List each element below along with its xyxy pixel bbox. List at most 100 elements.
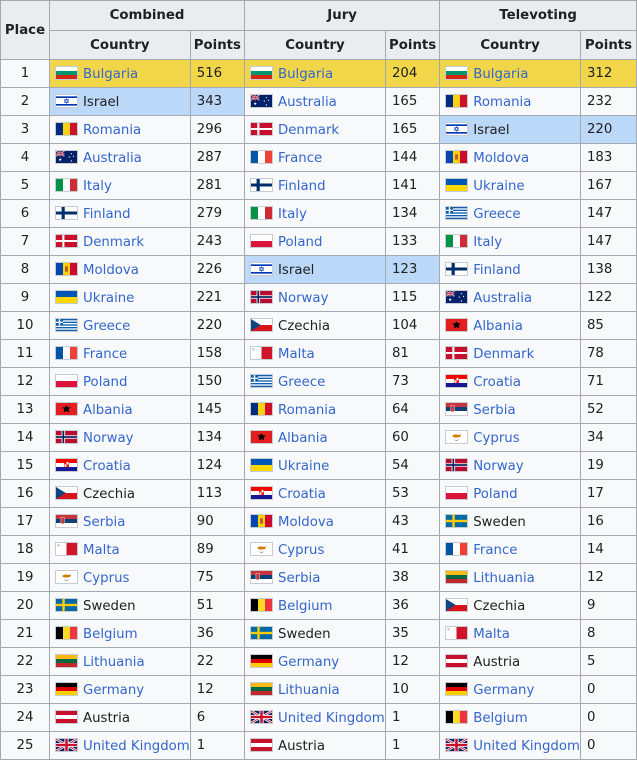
flag-albania-icon [445, 317, 469, 332]
country-link[interactable]: United Kingdom [278, 711, 384, 726]
televoting-country-cell: Malta [439, 619, 581, 648]
country-link[interactable]: France [83, 347, 127, 362]
country-link[interactable]: Malta [83, 543, 120, 558]
flag-france-icon [250, 149, 273, 164]
country-link[interactable]: Bulgaria [473, 67, 528, 82]
country-link[interactable]: Lithuania [83, 655, 145, 670]
country-link[interactable]: Cyprus [278, 543, 324, 558]
country-link[interactable]: Bulgaria [83, 67, 138, 82]
country-link[interactable]: Albania [83, 403, 133, 418]
country-link[interactable]: Croatia [473, 375, 521, 390]
country-link[interactable]: United Kingdom [83, 739, 189, 754]
flag-greece-icon [250, 373, 273, 388]
country-link[interactable]: Finland [473, 263, 521, 278]
country-link[interactable]: France [473, 543, 517, 558]
country-link[interactable]: Denmark [83, 235, 144, 250]
country-link[interactable]: Greece [83, 319, 130, 334]
combined-country-cell: Bulgaria [49, 59, 191, 88]
flag-norway-icon [250, 289, 273, 304]
combined-points-cell: 516 [189, 59, 246, 88]
country-link[interactable]: Lithuania [473, 571, 535, 586]
country-link[interactable]: Australia [83, 151, 142, 166]
country-link[interactable]: Ukraine [278, 459, 329, 474]
combined-country-cell: Greece [49, 311, 191, 340]
country-link[interactable]: Greece [473, 207, 520, 222]
country-link[interactable]: Romania [278, 403, 336, 418]
televoting-country-cell: Belgium [439, 703, 581, 732]
table-row: 20 Sweden 51 Belgium 36 Czechia 9 [0, 591, 637, 620]
country-name: Sweden [83, 598, 136, 614]
country-link[interactable]: Denmark [473, 347, 534, 362]
flag-finland-icon [250, 177, 273, 192]
country-link[interactable]: Cyprus [83, 571, 129, 586]
flag-italy-icon [445, 233, 469, 248]
country-link[interactable]: Australia [278, 95, 337, 110]
country-link[interactable]: Croatia [278, 487, 326, 502]
country-link[interactable]: Belgium [83, 627, 138, 642]
country-link[interactable]: United Kingdom [473, 739, 579, 754]
country-link[interactable]: Romania [473, 95, 531, 110]
country-link[interactable]: France [278, 151, 322, 166]
country-link[interactable]: Poland [83, 375, 127, 390]
country-link[interactable]: Serbia [83, 515, 125, 530]
country-link[interactable]: Belgium [278, 599, 333, 614]
country-link[interactable]: Germany [83, 683, 144, 698]
table-row: 3 Romania 296 Denmark 165 Israel 220 [0, 115, 637, 144]
flag-ukraine-icon [445, 177, 469, 192]
country-link[interactable]: Italy [473, 235, 502, 250]
country-link[interactable]: Ukraine [83, 291, 134, 306]
country-link[interactable]: Moldova [473, 151, 529, 166]
country-link[interactable]: Albania [278, 431, 328, 446]
jury-country-cell: Malta [244, 339, 386, 368]
country-link[interactable]: Italy [278, 207, 307, 222]
table-row: 14 Norway 134 Albania 60 Cyprus 34 [0, 423, 637, 452]
country-link[interactable]: Finland [83, 207, 131, 222]
country-link[interactable]: Malta [278, 347, 315, 362]
country-link[interactable]: Norway [83, 431, 133, 446]
combined-points-cell: 287 [189, 143, 246, 172]
country-link[interactable]: Malta [473, 627, 510, 642]
country-link[interactable]: Denmark [278, 123, 339, 138]
televoting-country-cell: Lithuania [439, 563, 581, 592]
flag-italy-icon [55, 177, 79, 192]
country-link[interactable]: Serbia [278, 571, 320, 586]
country-link[interactable]: Greece [278, 375, 325, 390]
country-link[interactable]: Finland [278, 179, 326, 194]
country-link[interactable]: Ukraine [473, 179, 524, 194]
televoting-points-cell: 5 [579, 647, 637, 676]
country-link[interactable]: Moldova [83, 263, 139, 278]
country-link[interactable]: Poland [473, 487, 517, 502]
country-link[interactable]: Serbia [473, 403, 515, 418]
country-link[interactable]: Croatia [83, 459, 131, 474]
televoting-points-cell: 12 [579, 563, 637, 592]
country-link[interactable]: Italy [83, 179, 112, 194]
televoting-points-cell: 19 [579, 451, 637, 480]
country-name: Sweden [473, 514, 526, 530]
combined-country-cell: United Kingdom [49, 731, 191, 760]
jury-country-cell: Bulgaria [244, 59, 386, 88]
televoting-country-cell: Romania [439, 87, 581, 116]
country-link[interactable]: Germany [278, 655, 339, 670]
place-cell: 4 [0, 143, 51, 172]
country-link[interactable]: Romania [83, 123, 141, 138]
country-link[interactable]: Cyprus [473, 431, 519, 446]
country-link[interactable]: Norway [473, 459, 523, 474]
country-link[interactable]: Germany [473, 683, 534, 698]
country-link[interactable]: Norway [278, 291, 328, 306]
table-row: 22 Lithuania 22 Germany 12 Austria 5 [0, 647, 637, 676]
country-link[interactable]: Poland [278, 235, 322, 250]
televoting-points-cell: 71 [579, 367, 637, 396]
country-link[interactable]: Moldova [278, 515, 334, 530]
place-cell: 16 [0, 479, 51, 508]
results-table: Place Combined Jury Televoting Country P… [0, 0, 637, 760]
country-link[interactable]: Bulgaria [278, 67, 333, 82]
country-link[interactable]: Lithuania [278, 683, 340, 698]
country-link[interactable]: Albania [473, 319, 523, 334]
jury-country-cell: Austria [244, 731, 386, 760]
country-link[interactable]: Australia [473, 291, 532, 306]
televoting-country-cell: Croatia [439, 367, 581, 396]
televoting-points-cell: 138 [579, 255, 637, 284]
place-cell: 10 [0, 311, 51, 340]
flag-denmark-icon [250, 121, 273, 136]
country-link[interactable]: Belgium [473, 711, 528, 726]
